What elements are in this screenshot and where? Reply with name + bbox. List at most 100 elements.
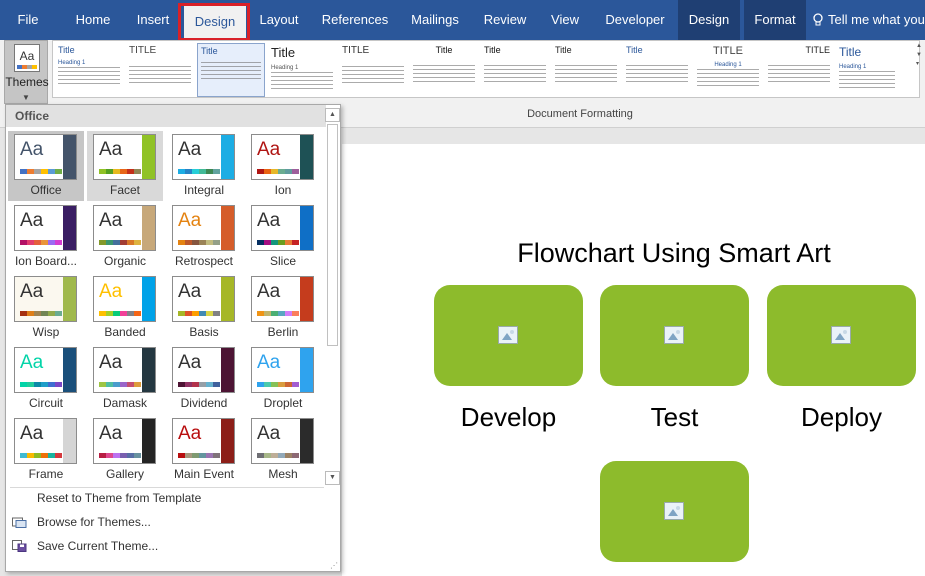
style-set-item[interactable]: Title	[481, 43, 549, 97]
picture-placeholder-icon[interactable]	[664, 326, 684, 344]
smartart-box-develop[interactable]	[434, 285, 583, 386]
scroll-down-icon[interactable]: ▼	[325, 471, 340, 485]
document-page[interactable]: Flowchart Using Smart Art Develop Test D…	[342, 144, 925, 576]
theme-font-sample: Aa	[99, 139, 123, 160]
smartart-title: Flowchart Using Smart Art	[517, 238, 831, 268]
theme-thumbnail: Aa	[14, 347, 77, 393]
theme-name: Mesh	[268, 467, 298, 481]
smartart-box-deploy[interactable]	[767, 285, 916, 386]
theme-item[interactable]: Aa Integral	[166, 131, 242, 201]
theme-item[interactable]: Aa Droplet	[245, 344, 321, 414]
theme-item[interactable]: Aa Facet	[87, 131, 163, 201]
style-set-item[interactable]: Title Heading 1	[836, 43, 898, 97]
theme-item[interactable]: Aa Damask	[87, 344, 163, 414]
smartart-box[interactable]	[600, 461, 749, 562]
theme-item[interactable]: Aa Gallery	[87, 415, 163, 485]
style-set-item[interactable]: TITLE	[126, 43, 194, 97]
reset-theme-menu-item[interactable]: Reset to Theme from Template	[6, 487, 326, 509]
tell-me-box[interactable]: Tell me what you	[812, 0, 925, 40]
scroll-up-icon[interactable]: ▲	[325, 108, 340, 122]
tab-references[interactable]: References	[318, 0, 392, 40]
theme-accent-strip	[300, 348, 313, 392]
theme-thumbnail: Aa	[172, 134, 235, 180]
style-set-item[interactable]: TITLE	[339, 43, 407, 97]
browse-folder-icon	[12, 517, 27, 528]
smartart-box-test[interactable]	[600, 285, 749, 386]
theme-name: Wisp	[32, 325, 60, 339]
chevron-down-icon: ▼	[22, 93, 30, 102]
theme-item[interactable]: Aa Organic	[87, 202, 163, 272]
theme-item[interactable]: Aa Retrospect	[166, 202, 242, 272]
theme-accent-strip	[221, 277, 234, 321]
theme-item[interactable]: Aa Office	[8, 131, 84, 201]
theme-item[interactable]: Aa Slice	[245, 202, 321, 272]
style-set-item[interactable]: Title	[623, 43, 691, 97]
scrollbar-thumb[interactable]	[327, 124, 338, 346]
tab-design[interactable]: Design	[184, 5, 246, 40]
theme-color-swatches	[20, 311, 62, 316]
picture-placeholder-icon[interactable]	[664, 502, 684, 520]
theme-item[interactable]: Aa Banded	[87, 273, 163, 343]
theme-name: Basis	[189, 325, 219, 339]
style-set-item[interactable]: Title	[197, 43, 265, 97]
browse-themes-label: Browse for Themes...	[37, 515, 151, 529]
theme-thumbnail: Aa	[251, 347, 314, 393]
theme-item[interactable]: Aa Wisp	[8, 273, 84, 343]
theme-item[interactable]: Aa Frame	[8, 415, 84, 485]
theme-thumbnail: Aa	[93, 276, 156, 322]
tab-layout[interactable]: Layout	[252, 0, 306, 40]
theme-item[interactable]: Aa Ion Board...	[8, 202, 84, 272]
tell-me-text: Tell me what you	[828, 12, 925, 27]
theme-font-sample: Aa	[257, 281, 281, 302]
tab-developer[interactable]: Developer	[598, 0, 672, 40]
picture-placeholder-icon[interactable]	[498, 326, 518, 344]
tab-mailings[interactable]: Mailings	[404, 0, 466, 40]
gallery-scroll-arrows[interactable]: ▲ ▼ ▾	[916, 42, 925, 96]
theme-name: Main Event	[173, 467, 235, 481]
themes-button[interactable]: Aa Themes ▼	[4, 40, 49, 104]
save-theme-menu-item[interactable]: Save Current Theme...	[6, 535, 326, 557]
tab-review[interactable]: Review	[478, 0, 532, 40]
style-set-item[interactable]: TITLE Heading 1	[694, 43, 762, 97]
theme-name: Facet	[109, 183, 140, 197]
style-set-item[interactable]: Title Heading 1	[268, 43, 336, 97]
theme-accent-strip	[300, 206, 313, 250]
tab-home[interactable]: Home	[66, 0, 120, 40]
theme-color-swatches	[99, 311, 141, 316]
theme-item[interactable]: Aa Circuit	[8, 344, 84, 414]
browse-themes-menu-item[interactable]: Browse for Themes...	[6, 511, 326, 533]
tab-insert[interactable]: Insert	[126, 0, 180, 40]
theme-item[interactable]: Aa Berlin	[245, 273, 321, 343]
style-set-item[interactable]: Title Heading 1	[55, 43, 123, 97]
theme-accent-strip	[142, 277, 155, 321]
resize-grip-icon[interactable]: ⋰	[330, 561, 338, 570]
style-set-item[interactable]: Title	[552, 43, 620, 97]
theme-thumbnail: Aa	[172, 205, 235, 251]
tab-smartart-format[interactable]: Format	[744, 0, 806, 40]
theme-item[interactable]: Aa Mesh	[245, 415, 321, 485]
theme-name: Ion Board...	[14, 254, 78, 268]
theme-thumbnail: Aa	[172, 276, 235, 322]
theme-gallery-scrollbar[interactable]: ▲ ▼	[325, 108, 340, 485]
theme-accent-strip	[142, 206, 155, 250]
style-set-item[interactable]: TITLE	[765, 43, 833, 97]
theme-color-swatches	[257, 453, 299, 458]
picture-placeholder-icon[interactable]	[831, 326, 851, 344]
tab-view[interactable]: View	[544, 0, 586, 40]
theme-accent-strip	[63, 277, 76, 321]
tab-file[interactable]: File	[6, 0, 50, 40]
theme-thumbnail: Aa	[93, 347, 156, 393]
save-theme-icon	[12, 540, 27, 552]
theme-item[interactable]: Aa Basis	[166, 273, 242, 343]
theme-item[interactable]: Aa Ion	[245, 131, 321, 201]
theme-font-sample: Aa	[20, 139, 44, 160]
themes-dropdown: Office Aa Office Aa Facet Aa Integral Aa Ion Aa I…	[5, 104, 341, 572]
theme-accent-strip	[221, 206, 234, 250]
theme-color-swatches	[20, 453, 62, 458]
theme-item[interactable]: Aa Main Event	[166, 415, 242, 485]
theme-accent-strip	[221, 348, 234, 392]
tab-smartart-design[interactable]: Design	[678, 0, 740, 40]
theme-accent-strip	[221, 135, 234, 179]
style-set-item[interactable]: Title	[410, 43, 478, 97]
theme-item[interactable]: Aa Dividend	[166, 344, 242, 414]
